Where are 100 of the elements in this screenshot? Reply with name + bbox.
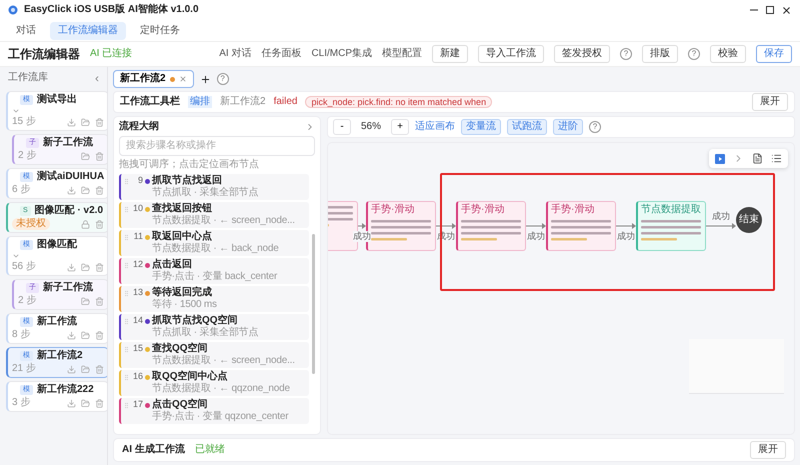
folder-icon[interactable]: [81, 398, 90, 408]
step-count: 3 步: [12, 397, 32, 409]
trash-icon[interactable]: [95, 262, 104, 272]
main-tab[interactable]: 工作流编辑器: [50, 22, 126, 40]
trash-icon[interactable]: [95, 398, 104, 408]
folder-icon[interactable]: [81, 152, 90, 160]
help-button[interactable]: ?: [216, 73, 229, 85]
app-logo-icon: [8, 5, 18, 15]
step-count: 2 步: [18, 150, 38, 162]
connection-status: AI 已连接: [90, 48, 132, 60]
outline-item[interactable]: 10 查找返回按钮 节点数据提取 · ← screen_node...: [119, 202, 309, 228]
header-link[interactable]: CLI/MCP集成: [311, 48, 372, 60]
help-button[interactable]: ?: [620, 48, 632, 60]
close-icon[interactable]: [781, 4, 792, 16]
flow-node: 节点数据提取: [636, 201, 706, 251]
run-status: failed: [274, 96, 298, 108]
trash-icon[interactable]: [95, 364, 104, 374]
trash-icon[interactable]: [95, 118, 104, 126]
outline-item[interactable]: 15 查找QQ空间 节点数据提取 · ← screen_node...: [119, 342, 309, 368]
ai-status: 已就绪: [194, 444, 225, 456]
outline-item[interactable]: 11 取返回中心点 节点数据提取 · ← back_node: [119, 230, 309, 256]
save-button[interactable]: 保存: [756, 45, 792, 63]
editor-tab[interactable]: 新工作流2: [113, 70, 194, 88]
outline-item[interactable]: 12 点击返回 手势·点击 · 变量 back_center: [119, 258, 309, 284]
help-button[interactable]: ?: [589, 121, 602, 133]
workflow-name: 测试导出: [37, 94, 77, 106]
edge-label: 成功: [617, 231, 635, 242]
panel-toggle-icon[interactable]: [715, 154, 725, 164]
folder-icon[interactable]: [81, 296, 90, 306]
search-field[interactable]: 搜索步骤名称或操作: [119, 136, 315, 156]
trash-icon[interactable]: [95, 220, 104, 228]
folder-icon[interactable]: [81, 118, 90, 126]
unsaved-dot: [170, 76, 175, 82]
trash-icon[interactable]: [95, 296, 104, 306]
workflow-name: 新子工作流: [43, 282, 93, 294]
chevron-down-icon[interactable]: [12, 107, 20, 115]
zoom-out-button[interactable]: -: [333, 119, 351, 135]
mode-toggle[interactable]: 试跑流: [507, 119, 548, 135]
header-button[interactable]: 校验: [710, 45, 746, 63]
toolbar-title: 工作流工具栏: [120, 96, 180, 108]
mode-toggle[interactable]: 进阶: [553, 119, 584, 135]
document-icon[interactable]: [752, 153, 763, 164]
step-count: 2 步: [18, 295, 38, 307]
trash-icon[interactable]: [95, 152, 104, 160]
mode-toggle[interactable]: 变量流: [461, 119, 502, 135]
zoom-in-button[interactable]: +: [391, 119, 410, 135]
sidebar-title: 工作流库: [8, 72, 48, 84]
header-button[interactable]: 新建: [432, 45, 468, 63]
step-count: 21 步: [12, 363, 37, 375]
add-tab-icon[interactable]: [200, 74, 211, 84]
download-icon[interactable]: [67, 186, 76, 194]
maximize-icon[interactable]: [765, 5, 775, 15]
outline-item[interactable]: 16 取QQ空间中心点 节点数据提取 · ← qqzone_node: [119, 370, 309, 396]
outline-item[interactable]: 9 抓取节点找返回 节点抓取 · 采集全部节点: [119, 174, 309, 200]
header-link[interactable]: 模型配置: [382, 48, 422, 60]
fit-canvas-link[interactable]: 适应画布: [415, 121, 456, 133]
expand-button[interactable]: 展开: [750, 441, 786, 459]
list-icon[interactable]: [771, 153, 782, 164]
outline-item[interactable]: 14 抓取节点找QQ空间 节点抓取 · 采集全部节点: [119, 314, 309, 340]
header-button[interactable]: 排版: [642, 45, 678, 63]
main-tab[interactable]: 定时任务: [132, 22, 188, 40]
main-tab[interactable]: 对话: [8, 22, 44, 40]
outline-hint: 拖拽可调序；点击定位画布节点: [119, 159, 260, 171]
download-icon[interactable]: [67, 330, 76, 340]
folder-icon[interactable]: [81, 262, 90, 272]
lock-icon[interactable]: [81, 220, 90, 228]
unlicensed-tag: 未授权: [12, 218, 50, 230]
workflow-name: 图像匹配: [37, 239, 77, 251]
ai-panel-title: AI 生成工作流: [122, 444, 185, 456]
download-icon[interactable]: [67, 118, 76, 126]
edge-arrow: [616, 221, 636, 231]
header-button[interactable]: 导入工作流: [478, 45, 544, 63]
step-count: 8 步: [12, 329, 32, 341]
zoom-level: 56%: [360, 121, 382, 133]
edge-arrow: [706, 221, 736, 231]
folder-icon[interactable]: [81, 186, 90, 194]
outline-title: 流程大纲: [119, 121, 159, 133]
download-icon[interactable]: [67, 398, 76, 408]
folder-icon[interactable]: [81, 364, 90, 374]
error-message: pick_node: pick.find: no item matched when: [305, 96, 492, 108]
trash-icon[interactable]: [95, 330, 104, 340]
outline-item[interactable]: 13 等待返回完成 等待 · 1500 ms: [119, 286, 309, 312]
download-icon[interactable]: [67, 262, 76, 272]
chevron-down-icon[interactable]: [12, 252, 20, 260]
edge-label: 成功: [712, 211, 730, 222]
step-count: 6 步: [12, 184, 32, 196]
flow-node: 手势·滑动: [456, 201, 526, 251]
edge-label: 成功: [353, 231, 371, 242]
edge-arrow: [436, 221, 456, 231]
folder-icon[interactable]: [81, 330, 90, 340]
header-button[interactable]: 签发授权: [554, 45, 610, 63]
help-button[interactable]: ?: [688, 48, 700, 60]
outline-item[interactable]: 17 点击QQ空间 手势·点击 · 变量 qqzone_center: [119, 398, 309, 424]
header-link[interactable]: 任务面板: [261, 48, 302, 60]
download-icon[interactable]: [67, 364, 76, 374]
trash-icon[interactable]: [95, 186, 104, 194]
expand-button[interactable]: 展开: [752, 93, 788, 111]
workflow-name: 新工作流: [37, 316, 77, 328]
header-link[interactable]: AI 对话: [219, 48, 252, 60]
workflow-name: 新子工作流: [43, 137, 93, 149]
